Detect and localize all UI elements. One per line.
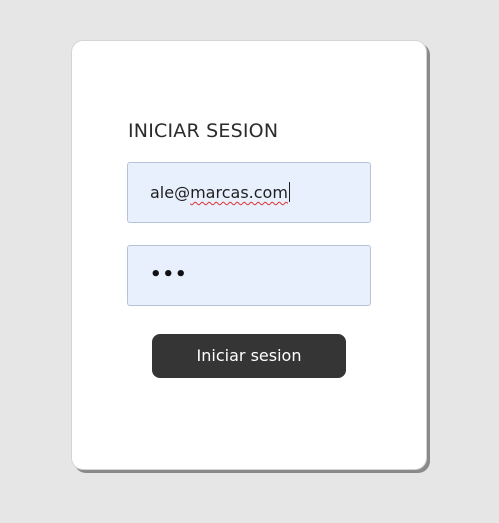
email-misspelled-text: marcas.com — [190, 183, 288, 202]
email-field-value: ale@marcas.com — [150, 182, 290, 203]
email-prefix: ale@ — [150, 183, 191, 202]
login-button[interactable]: Iniciar sesion — [152, 334, 346, 378]
password-masked-value: ••• — [150, 264, 188, 285]
email-field[interactable]: ale@marcas.com — [127, 162, 371, 223]
password-field[interactable]: ••• — [127, 245, 371, 306]
login-card: INICIAR SESION ale@marcas.com ••• Inicia… — [71, 40, 427, 470]
text-caret — [288, 182, 290, 202]
login-title: INICIAR SESION — [128, 120, 279, 142]
